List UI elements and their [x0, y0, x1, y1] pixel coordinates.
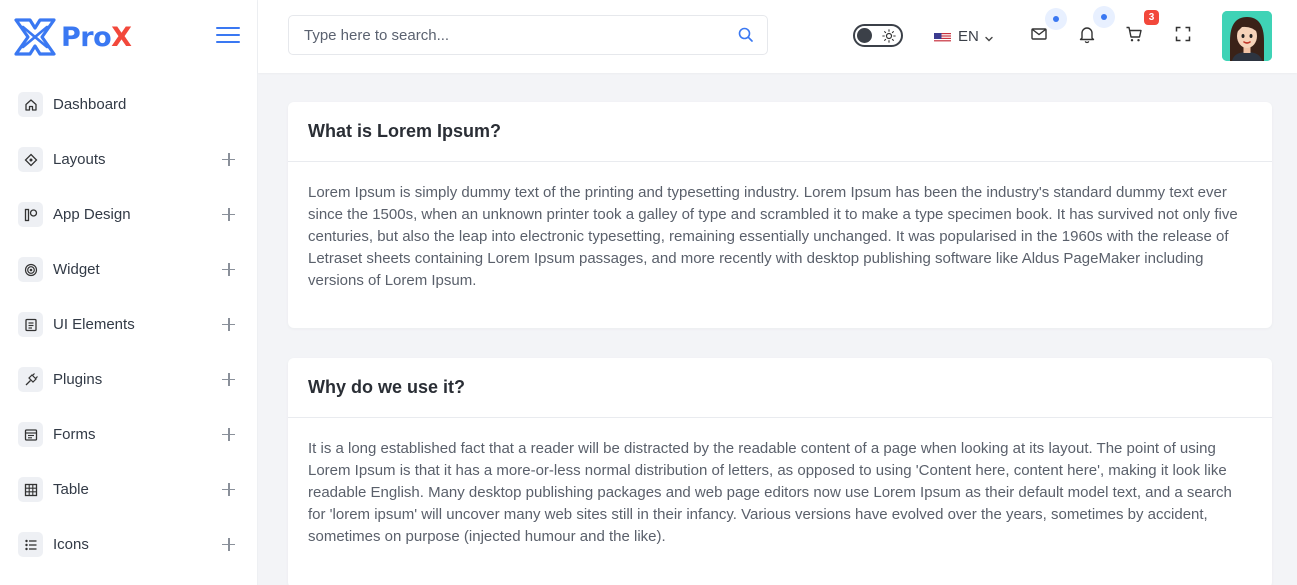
- sidebar-item-forms[interactable]: Forms: [0, 407, 258, 462]
- sidebar-item-label: Plugins: [53, 371, 103, 388]
- bell-icon[interactable]: [1077, 24, 1097, 44]
- document-list-icon: [18, 312, 43, 337]
- search-icon[interactable]: [737, 26, 755, 44]
- sun-icon: [882, 29, 896, 43]
- prox-logo-icon: [14, 18, 56, 56]
- sidebar-item-label: UI Elements: [53, 316, 135, 333]
- sidebar-item-layouts[interactable]: Layouts: [0, 132, 258, 187]
- cart-icon[interactable]: [1124, 24, 1144, 44]
- sidebar-item-label: Forms: [53, 426, 96, 443]
- sidebar-item-label: Widget: [53, 261, 100, 278]
- sidebar-item-plugins[interactable]: Plugins: [0, 352, 258, 407]
- user-avatar[interactable]: [1222, 11, 1272, 61]
- language-code: EN: [958, 27, 979, 45]
- toggle-knob: [857, 28, 872, 43]
- card-body-text: It is a long established fact that a rea…: [308, 440, 1232, 545]
- us-flag-icon: [934, 31, 951, 42]
- diamond-layers-icon: [18, 147, 43, 172]
- sidebar-item-label: Layouts: [53, 151, 106, 168]
- sidebar-item-app-design[interactable]: App Design: [0, 187, 258, 242]
- sidebar-item-widget[interactable]: Widget: [0, 242, 258, 297]
- sidebar: ProX Dashboard Layouts App Design Widget…: [0, 0, 258, 585]
- sidebar-item-dashboard[interactable]: Dashboard: [0, 77, 258, 132]
- grid-table-icon: [18, 477, 43, 502]
- theme-toggle[interactable]: [853, 24, 903, 47]
- home-icon: [18, 92, 43, 117]
- form-icon: [18, 422, 43, 447]
- brand-logo[interactable]: ProX: [12, 14, 132, 60]
- language-selector[interactable]: EN: [934, 26, 994, 46]
- card-title: Why do we use it?: [308, 377, 466, 397]
- bullet-list-icon: [18, 532, 43, 557]
- search-box: [288, 15, 768, 55]
- expand-plus-icon[interactable]: [222, 372, 236, 387]
- sidebar-item-label: Dashboard: [53, 96, 127, 113]
- content-card: Why do we use it? It is a long establish…: [288, 358, 1272, 585]
- cart-count-badge: 3: [1144, 10, 1159, 25]
- app-design-icon: [18, 202, 43, 227]
- sidebar-item-label: App Design: [53, 206, 131, 223]
- expand-plus-icon[interactable]: [222, 317, 236, 332]
- top-header: EN 3: [258, 0, 1297, 73]
- mail-icon[interactable]: [1029, 24, 1049, 44]
- sidebar-item-ui-elements[interactable]: UI Elements: [0, 297, 258, 352]
- menu-toggle-icon[interactable]: [216, 25, 240, 45]
- sidebar-nav: Dashboard Layouts App Design Widget UI E…: [0, 77, 258, 572]
- card-title: What is Lorem Ipsum?: [308, 121, 502, 141]
- sidebar-item-label: Icons: [53, 536, 89, 553]
- content-card: What is Lorem Ipsum? Lorem Ipsum is simp…: [288, 102, 1272, 328]
- card-header: What is Lorem Ipsum?: [288, 102, 1272, 162]
- sidebar-item-label: Table: [53, 481, 89, 498]
- expand-plus-icon[interactable]: [222, 427, 236, 442]
- expand-plus-icon[interactable]: [222, 482, 236, 497]
- sidebar-item-icons[interactable]: Icons: [0, 517, 258, 572]
- chevron-down-icon: [984, 31, 994, 42]
- card-body-text: Lorem Ipsum is simply dummy text of the …: [308, 184, 1238, 289]
- brand-name: ProX: [61, 21, 132, 53]
- sidebar-item-table[interactable]: Table: [0, 462, 258, 517]
- expand-plus-icon[interactable]: [222, 537, 236, 552]
- fullscreen-icon[interactable]: [1173, 24, 1193, 44]
- target-icon: [18, 257, 43, 282]
- expand-plus-icon[interactable]: [222, 262, 236, 277]
- plug-icon: [18, 367, 43, 392]
- search-input[interactable]: [289, 16, 729, 54]
- expand-plus-icon[interactable]: [222, 152, 236, 167]
- expand-plus-icon[interactable]: [222, 207, 236, 222]
- card-header: Why do we use it?: [288, 358, 1272, 418]
